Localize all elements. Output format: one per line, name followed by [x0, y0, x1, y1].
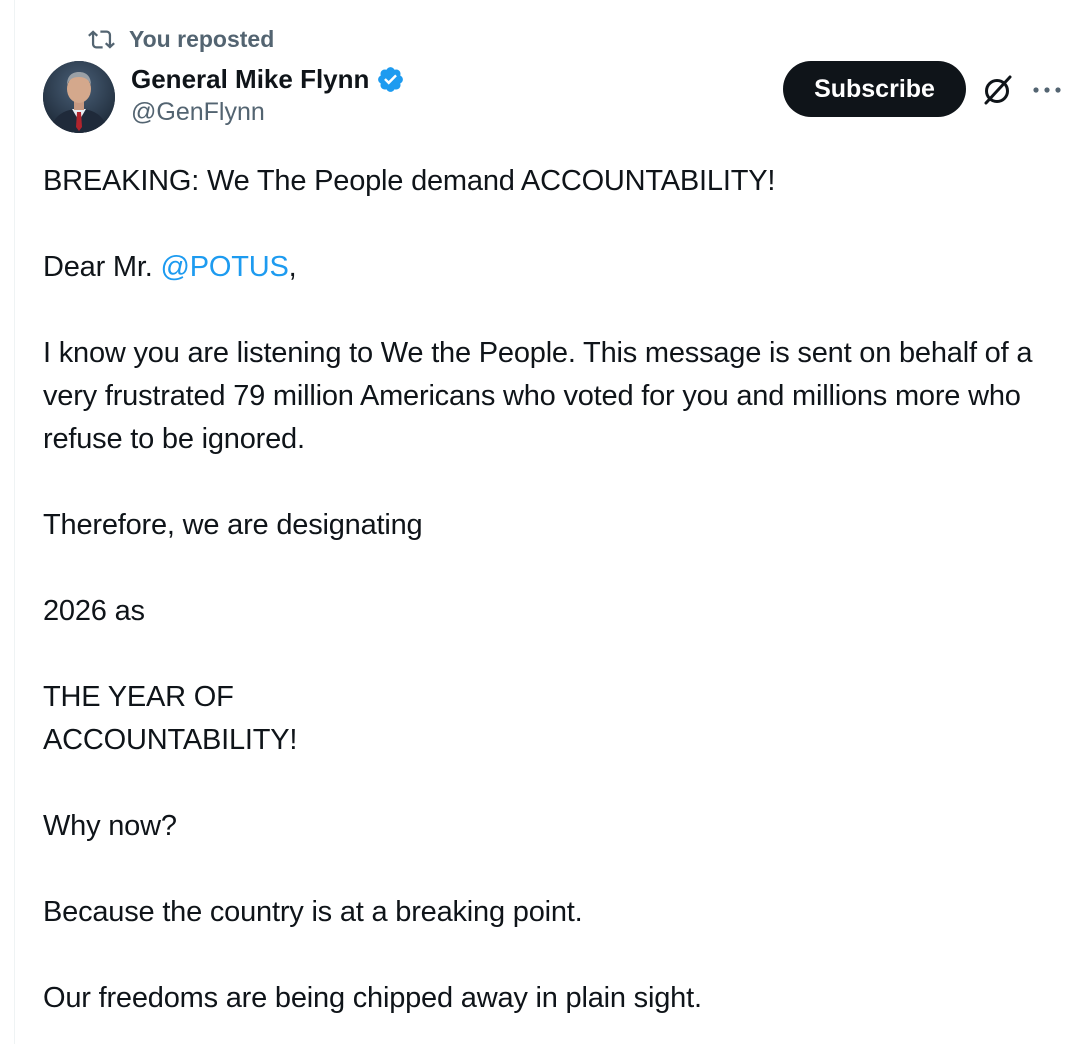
verified-badge-icon[interactable] — [376, 65, 405, 94]
tweet-paragraph-4-line-2: ACCOUNTABILITY! — [43, 724, 298, 756]
repost-indicator[interactable]: You reposted — [88, 24, 274, 54]
repost-icon — [88, 29, 115, 49]
tweet-paragraph-3: 2026 as — [43, 595, 145, 627]
tweet-paragraph-4-line-1: THE YEAR OF — [43, 681, 234, 713]
salutation-prefix: Dear Mr. — [43, 251, 161, 283]
author-name-row[interactable]: General Mike Flynn — [131, 60, 405, 98]
tweet-paragraph-5: Why now? — [43, 810, 177, 842]
tweet-paragraph-2: Therefore, we are designating — [43, 509, 423, 541]
tweet-salutation: Dear Mr. @POTUS, — [43, 246, 1073, 289]
author-handle[interactable]: @GenFlynn — [131, 98, 265, 127]
tweet-text: BREAKING: We The People demand ACCOUNTAB… — [43, 160, 1073, 1020]
tweet-paragraph-7: Our freedoms are being chipped away in p… — [43, 982, 702, 1014]
tweet-headline: BREAKING: We The People demand ACCOUNTAB… — [43, 165, 776, 197]
thread-divider — [14, 0, 15, 1044]
avatar[interactable] — [43, 61, 115, 133]
tweet-paragraph-6: Because the country is at a breaking poi… — [43, 896, 583, 928]
tweet-paragraph-1: I know you are listening to We the Peopl… — [43, 337, 1033, 455]
author-name[interactable]: General Mike Flynn — [131, 64, 369, 95]
subscribe-button[interactable]: Subscribe — [783, 61, 966, 117]
repost-label: You reposted — [129, 25, 275, 52]
grok-icon[interactable] — [980, 72, 1016, 108]
potus-mention-link[interactable]: @POTUS — [160, 251, 288, 283]
salutation-suffix: , — [288, 251, 297, 283]
profile-photo — [43, 61, 115, 133]
more-dots-icon[interactable] — [1031, 80, 1063, 100]
